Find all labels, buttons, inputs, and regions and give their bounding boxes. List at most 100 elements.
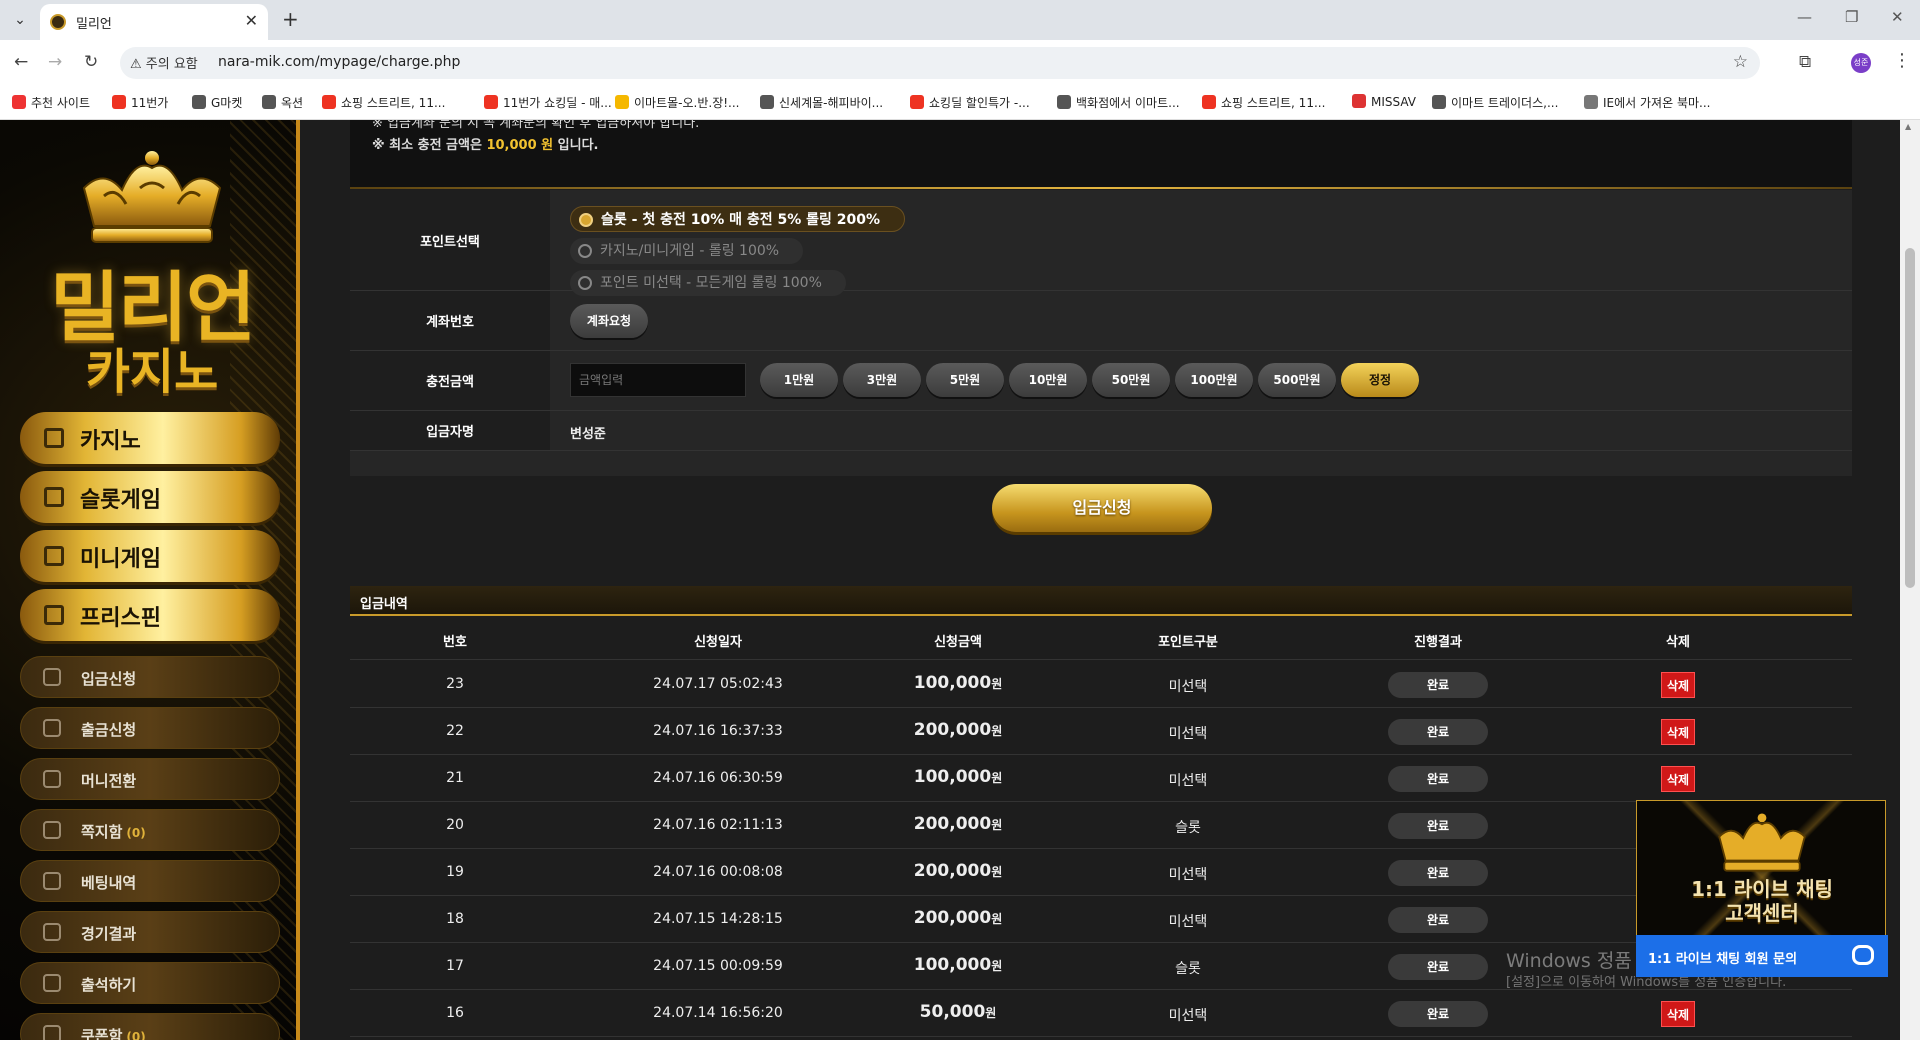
row-date: 24.07.14 16:56:20 <box>653 1005 783 1021</box>
bookmark-item[interactable]: 신세계몰-해피바이... <box>760 94 883 111</box>
request-account-button[interactable]: 계좌요청 <box>570 304 648 338</box>
bookmark-item[interactable]: 이마트몰-오.반.장!... <box>615 94 740 111</box>
sub-menu-icon <box>43 923 61 941</box>
bookmark-item[interactable]: MISSAV <box>1352 94 1416 109</box>
main-menu-item[interactable]: 카지노 <box>20 412 280 464</box>
row-date: 24.07.16 02:11:13 <box>653 817 783 833</box>
bookmark-label: 쇼핑 스트리트, 11... <box>1221 96 1326 110</box>
sub-menu-item[interactable]: 쪽지함 (0) <box>20 809 280 851</box>
amount-input[interactable] <box>570 363 746 397</box>
minimize-icon[interactable]: — <box>1797 8 1812 26</box>
amount-preset-button[interactable]: 3만원 <box>843 363 921 397</box>
radio-dot-icon <box>579 213 593 227</box>
row-amount-value: 200,000 <box>913 720 992 740</box>
depositor-value: 변성준 <box>570 427 606 442</box>
reset-amount-button[interactable]: 정정 <box>1341 363 1419 397</box>
omnibox[interactable]: ⚠ 주의 요함 nara-mik.com/mypage/charge.php ☆ <box>120 47 1760 79</box>
browser-tab[interactable]: 밀리언 ✕ <box>40 4 268 40</box>
bookmark-favicon-icon <box>760 95 774 109</box>
scroll-up-icon[interactable]: ▲ <box>1905 122 1911 131</box>
profile-avatar[interactable]: 성준 <box>1851 53 1871 73</box>
new-tab-icon[interactable]: + <box>282 7 299 31</box>
table-row: 20 24.07.16 02:11:13 200,000원 슬롯 완료 <box>350 802 1852 849</box>
delete-button[interactable]: 삭제 <box>1661 672 1695 698</box>
chat-banner-subtitle: 고객센터 <box>1725 901 1799 925</box>
bookmark-item[interactable]: 쇼핑 스트리트, 11... <box>322 94 445 111</box>
bookmark-item[interactable]: 옥션 <box>262 94 303 111</box>
bookmark-item[interactable]: 11번가 <box>112 94 168 111</box>
main-menu-item[interactable]: 프리스핀 <box>20 589 280 641</box>
sub-menu-item[interactable]: 입금신청 <box>20 656 280 698</box>
point-option-radio[interactable]: 카지노/미니게임 - 롤링 100% <box>570 238 804 264</box>
currency-suffix: 원 <box>985 1006 997 1020</box>
sub-menu-label: 출금신청 <box>81 721 137 739</box>
row-number: 21 <box>446 770 464 786</box>
page-scrollbar[interactable]: ▲ <box>1900 120 1920 1040</box>
sub-menu-item[interactable]: 출금신청 <box>20 707 280 749</box>
security-warning[interactable]: ⚠ 주의 요함 <box>130 53 198 72</box>
sub-menu-label-wrap: 입금신청 <box>81 668 140 689</box>
amount-preset-button[interactable]: 100만원 <box>1175 363 1253 397</box>
table-row: 16 24.07.14 16:56:20 50,000원 미선택 완료 삭제 <box>350 990 1852 1037</box>
bookmark-item[interactable]: 추천 사이트 <box>12 94 90 111</box>
sub-menu-item[interactable]: 쿠폰함 (0) <box>20 1013 280 1040</box>
depositor-label: 입금자명 <box>350 411 550 450</box>
bookmark-label: 쇼킹딜 할인특가 -... <box>929 96 1030 110</box>
bookmark-item[interactable]: 쇼핑 스트리트, 11... <box>1202 94 1325 111</box>
amount-preset-button[interactable]: 5만원 <box>926 363 1004 397</box>
live-chat-banner[interactable]: 1:1 라이브 채팅 고객센터 <box>1636 800 1886 938</box>
delete-button[interactable]: 삭제 <box>1661 719 1695 745</box>
bookmark-star-icon[interactable]: ☆ <box>1733 52 1748 72</box>
status-badge: 완료 <box>1388 860 1488 886</box>
row-amount: 100,000원 <box>878 767 1038 787</box>
bookmark-item[interactable]: G마켓 <box>192 94 242 111</box>
close-window-icon[interactable]: ✕ <box>1891 8 1904 26</box>
restore-icon[interactable]: ❐ <box>1845 8 1858 26</box>
main-menu-item[interactable]: 슬롯게임 <box>20 471 280 523</box>
tab-search-dropdown-icon[interactable]: ⌄ <box>8 8 32 32</box>
browser-menu-icon[interactable]: ⋮ <box>1893 50 1911 71</box>
sub-menu-item[interactable]: 베팅내역 <box>20 860 280 902</box>
radio-dot-icon <box>578 276 592 290</box>
currency-suffix: 원 <box>991 818 1003 832</box>
extensions-icon[interactable]: ⧉ <box>1799 52 1811 72</box>
sub-menu-item[interactable]: 경기결과 <box>20 911 280 953</box>
back-icon[interactable]: ← <box>14 52 28 72</box>
bookmark-label: 추천 사이트 <box>31 96 91 110</box>
row-date: 24.07.17 05:02:43 <box>653 676 783 692</box>
scrollbar-thumb[interactable] <box>1905 248 1915 588</box>
bookmark-label: 쇼핑 스트리트, 11... <box>341 96 446 110</box>
row-amount: 100,000원 <box>878 955 1038 975</box>
main-menu-label: 슬롯게임 <box>80 488 161 513</box>
bookmark-item[interactable]: IE에서 가져온 북마... <box>1584 94 1710 111</box>
bookmark-item[interactable]: 백화점에서 이마트... <box>1057 94 1180 111</box>
sub-menu-item[interactable]: 머니전환 <box>20 758 280 800</box>
amount-preset-button[interactable]: 500만원 <box>1258 363 1336 397</box>
gold-divider <box>350 187 1852 189</box>
history-table-head: 번호 신청일자 신청금액 포인트구분 진행결과 삭제 <box>350 618 1852 660</box>
reload-icon[interactable]: ↻ <box>84 52 98 72</box>
delete-button[interactable]: 삭제 <box>1661 1001 1695 1027</box>
page-viewport: 밀리언 카지노 카지노 슬롯게임 미니게임 프리스핀 입금신청 출금신청 머니전환 쪽지함(… <box>0 120 1920 1040</box>
amount-preset-button[interactable]: 50만원 <box>1092 363 1170 397</box>
account-label: 계좌번호 <box>350 291 550 350</box>
security-label: 주의 요함 <box>145 57 198 72</box>
row-number: 19 <box>446 864 464 880</box>
url-text[interactable]: nara-mik.com/mypage/charge.php <box>218 54 460 70</box>
row-date: 24.07.15 14:28:15 <box>653 911 783 927</box>
currency-suffix: 원 <box>991 677 1003 691</box>
bookmark-item[interactable]: 쇼킹딜 할인특가 -... <box>910 94 1030 111</box>
amount-preset-button[interactable]: 1만원 <box>760 363 838 397</box>
sub-menu-item[interactable]: 출석하기 <box>20 962 280 1004</box>
live-chat-bar[interactable]: 1:1 라이브 채팅 회원 문의 <box>1636 935 1888 977</box>
forward-icon[interactable]: → <box>48 52 62 72</box>
point-option-radio[interactable]: 슬롯 - 첫 충전 10% 매 충전 5% 롤링 200% <box>570 206 906 232</box>
bookmark-item[interactable]: 이마트 트레이더스,... <box>1432 94 1558 111</box>
sub-menu-label: 입금신청 <box>81 670 137 688</box>
tab-close-icon[interactable]: ✕ <box>245 11 258 30</box>
main-menu-item[interactable]: 미니게임 <box>20 530 280 582</box>
bookmark-item[interactable]: 11번가 쇼킹딜 - 매... <box>484 94 612 111</box>
delete-button[interactable]: 삭제 <box>1661 766 1695 792</box>
submit-deposit-button[interactable]: 입금신청 <box>992 484 1212 532</box>
amount-preset-button[interactable]: 10만원 <box>1009 363 1087 397</box>
